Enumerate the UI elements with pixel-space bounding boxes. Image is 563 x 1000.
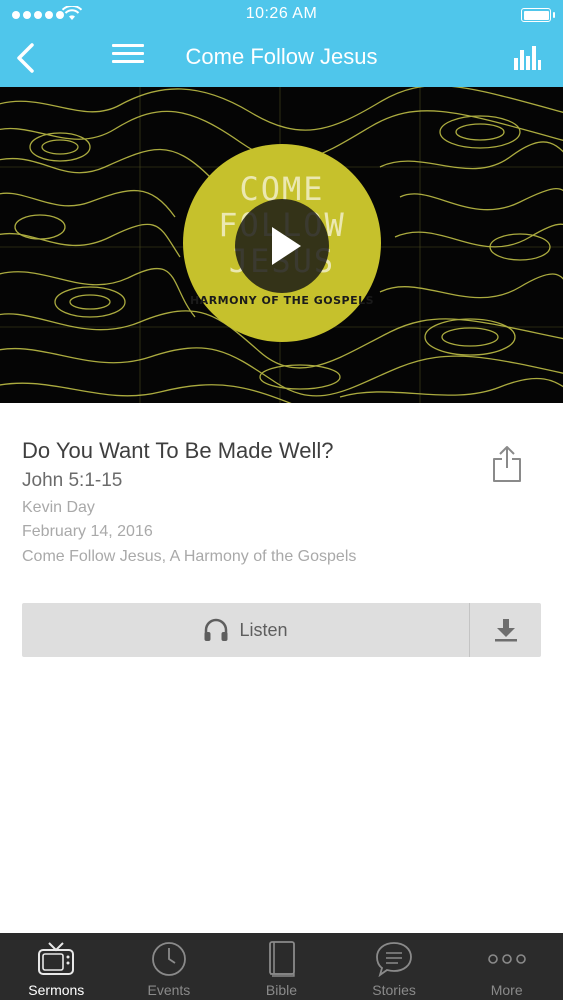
bar-chart-icon[interactable] xyxy=(513,46,541,70)
sermon-series: Come Follow Jesus, A Harmony of the Gosp… xyxy=(22,548,357,565)
sermon-speaker: Kevin Day xyxy=(22,499,95,516)
tab-sermons[interactable]: Sermons xyxy=(0,933,113,1000)
tab-label: Sermons xyxy=(28,982,85,998)
artwork-subtitle: HARMONY OF THE GOSPELS xyxy=(189,294,375,307)
listen-button[interactable]: Listen xyxy=(22,603,469,657)
tab-bar: Sermons Events Bible Stories More xyxy=(0,933,563,1000)
tab-bible[interactable]: Bible xyxy=(225,933,338,1000)
chat-bubble-icon xyxy=(376,942,412,977)
nav-bar: Come Follow Jesus xyxy=(0,30,563,87)
play-button[interactable] xyxy=(235,199,329,293)
tab-label: Events xyxy=(147,982,191,998)
more-dots-icon xyxy=(487,954,526,964)
book-icon xyxy=(269,941,296,977)
tab-stories[interactable]: Stories xyxy=(338,933,451,1000)
tab-label: Bible xyxy=(265,982,298,998)
play-icon xyxy=(272,227,301,265)
battery-icon xyxy=(521,8,555,22)
tv-icon xyxy=(38,942,75,975)
listen-action-bar: Listen xyxy=(22,603,541,657)
headphones-icon xyxy=(204,618,228,641)
status-time: 10:26 AM xyxy=(245,5,318,22)
sermon-scripture: John 5:1-15 xyxy=(22,470,123,491)
tab-label: Stories xyxy=(372,982,416,998)
page-title: Come Follow Jesus xyxy=(185,44,378,69)
tab-more[interactable]: More xyxy=(450,933,563,1000)
sermon-title: Do You Want To Be Made Well? xyxy=(22,438,334,463)
download-icon xyxy=(494,619,517,642)
tab-events[interactable]: Events xyxy=(113,933,226,1000)
sermon-artwork: COME FOLLOW JESUS HARMONY OF THE GOSPELS xyxy=(0,87,563,403)
share-icon[interactable] xyxy=(491,444,523,484)
top-bar: 10:26 AM Come Follow Jesus xyxy=(0,0,563,87)
sermon-date: February 14, 2016 xyxy=(22,523,153,540)
status-bar: 10:26 AM xyxy=(0,0,563,30)
tab-label: More xyxy=(490,982,523,998)
download-button[interactable] xyxy=(470,603,541,657)
clock-icon xyxy=(151,942,186,976)
listen-label: Listen xyxy=(239,619,288,640)
